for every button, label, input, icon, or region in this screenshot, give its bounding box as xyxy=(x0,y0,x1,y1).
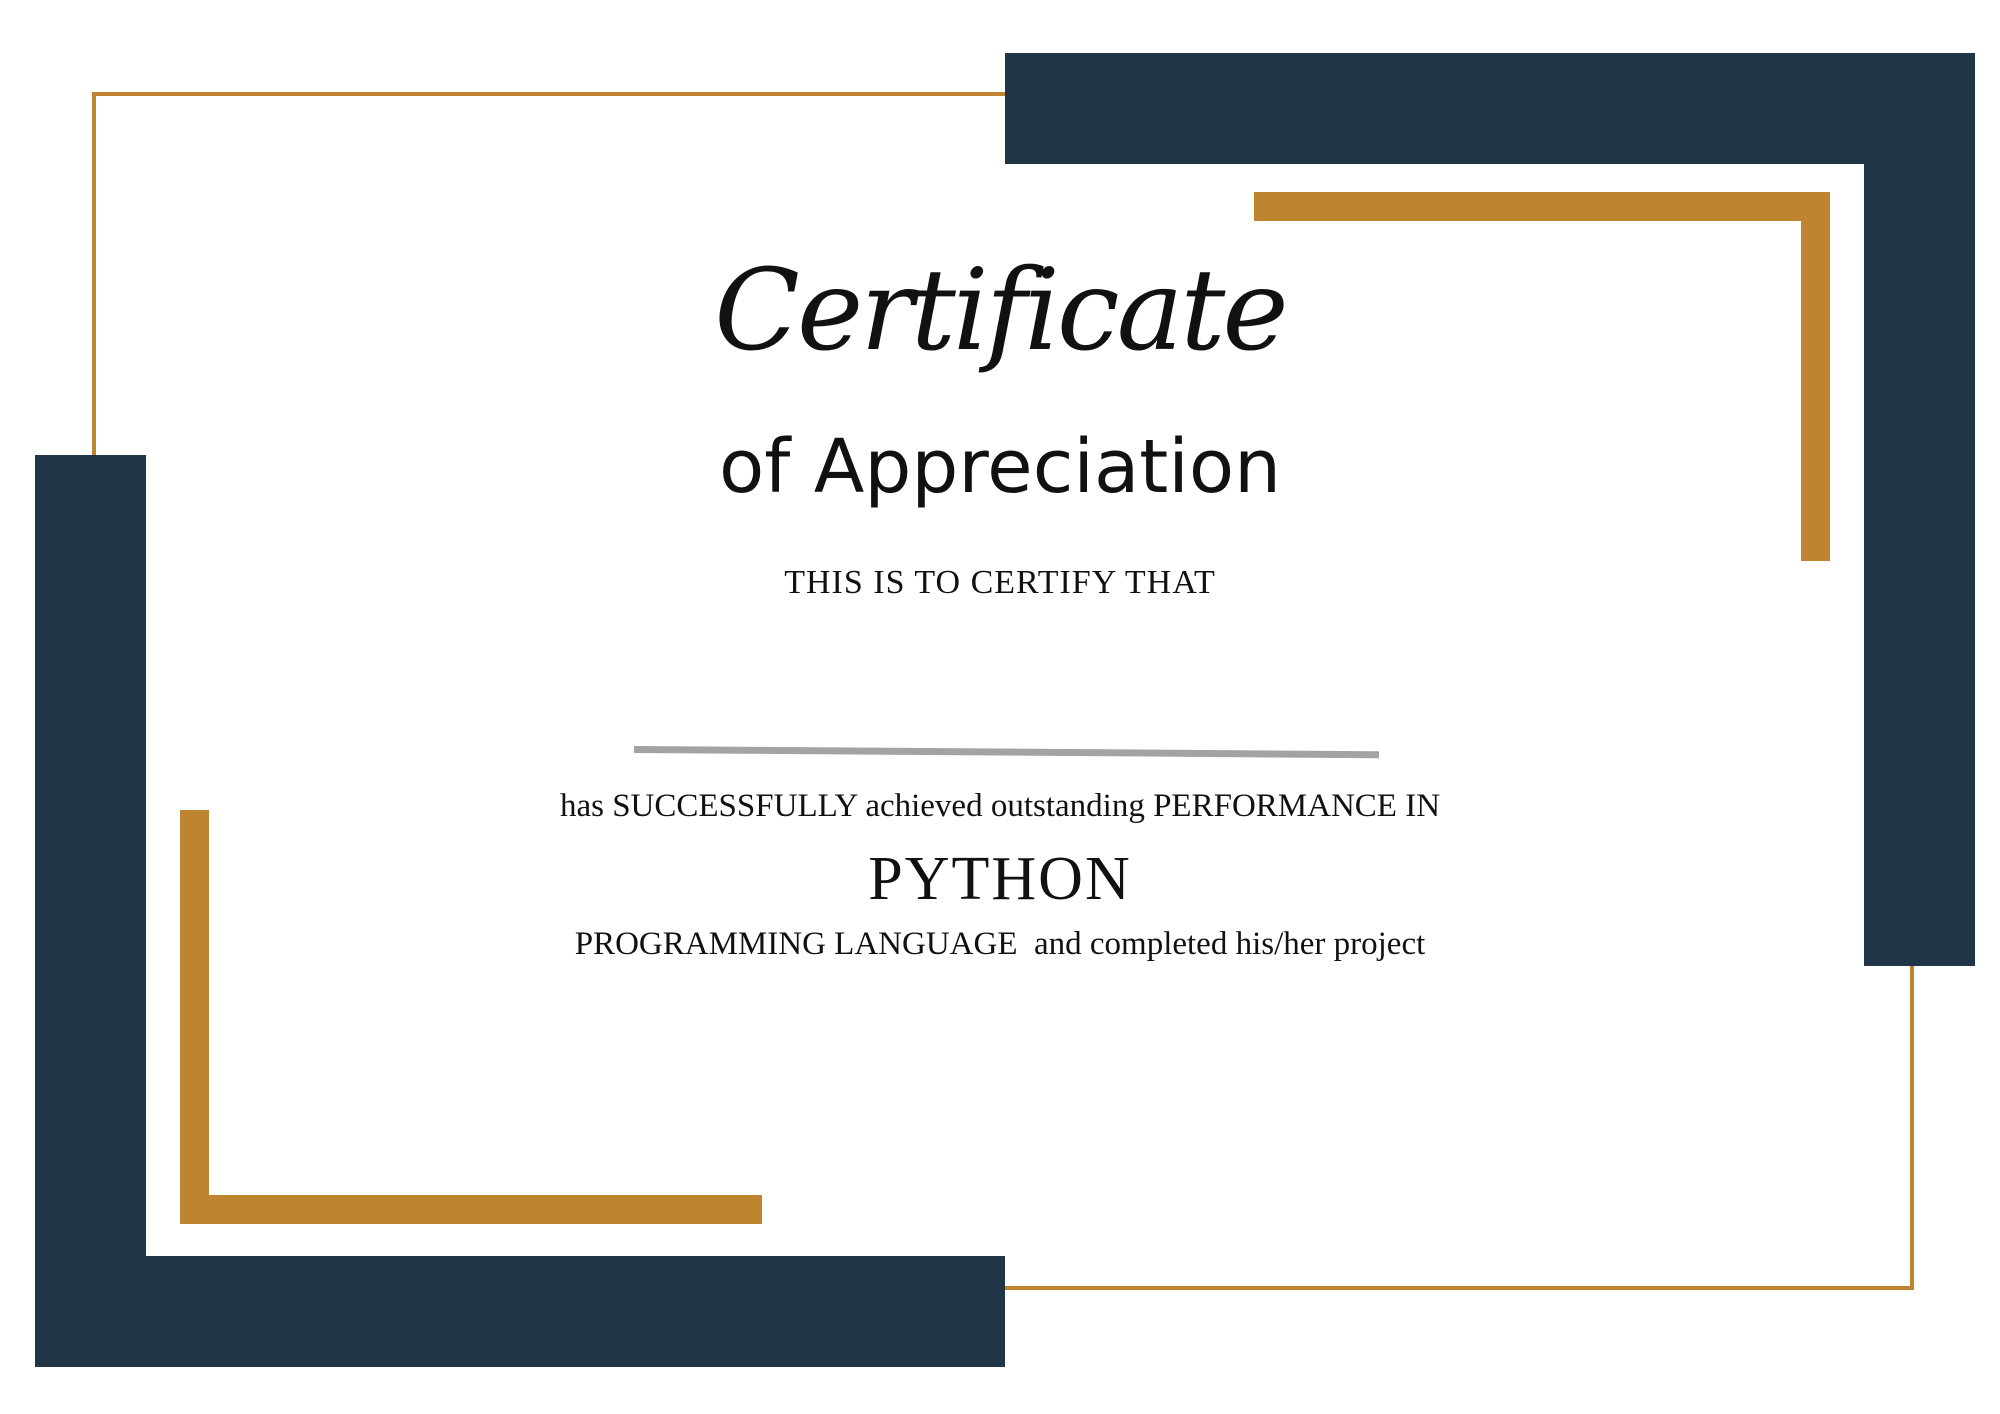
completion-text: PROGRAMMING LANGUAGE and completed his/h… xyxy=(574,926,1426,962)
gold-corner-top-bar xyxy=(1254,192,1830,221)
certificate-page: Certificate of Appreciation THIS IS TO C… xyxy=(0,0,2000,1414)
achievement-text: has SUCCESSFULLY achieved outstanding PE… xyxy=(559,788,1441,824)
certificate-subtitle: of Appreciation xyxy=(718,424,1282,510)
navy-corner-top-bar xyxy=(1005,53,1975,164)
subject-title: PYTHON xyxy=(868,845,1132,913)
gold-corner-right-bar xyxy=(1801,192,1830,561)
certify-statement: THIS IS TO CERTIFY THAT xyxy=(784,564,1216,601)
navy-corner-right-bar xyxy=(1864,53,1975,966)
gold-corner-bottom-bar xyxy=(180,1195,762,1224)
navy-corner-bottom-bar xyxy=(35,1256,1005,1367)
certificate-title-script: Certificate xyxy=(714,246,1288,376)
